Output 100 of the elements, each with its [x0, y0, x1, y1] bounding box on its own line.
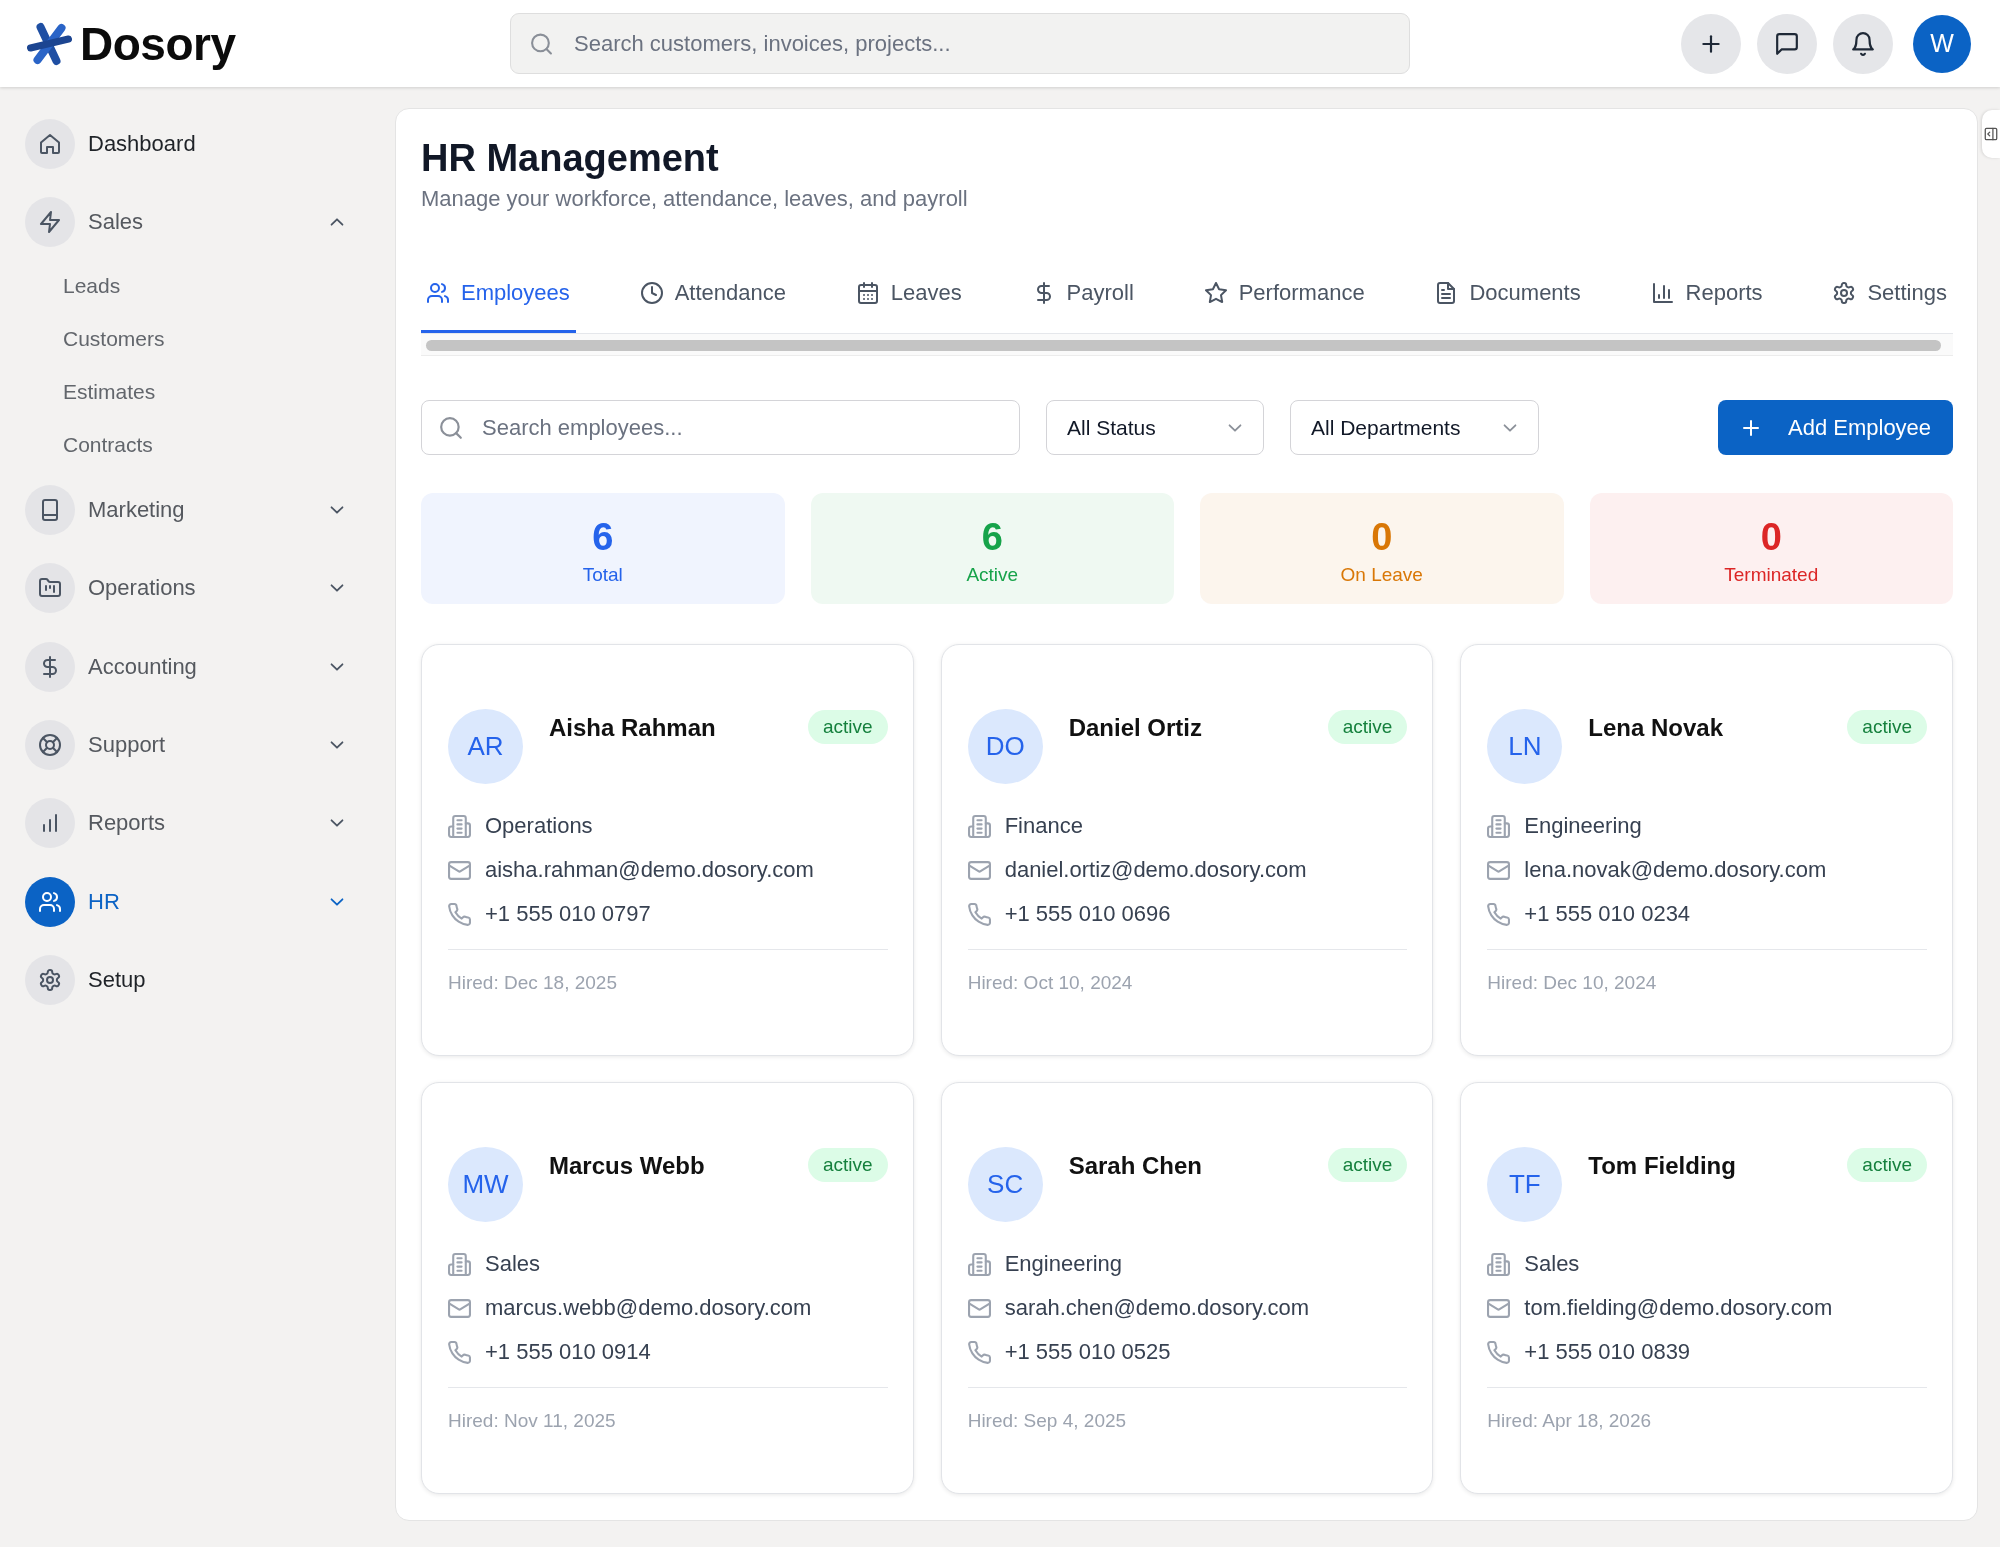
email-text: daniel.ortiz@demo.dosory.com — [1004, 857, 1307, 883]
page-subtitle: Manage your workforce, attendance, leaves, and payroll — [421, 186, 968, 212]
employee-name: Daniel Ortiz — [1068, 713, 1202, 743]
employee-name: Marcus Webb — [549, 1151, 705, 1181]
sidebar-item[interactable]: Accounting — [25, 641, 347, 692]
tab[interactable]: Attendance — [634, 253, 792, 333]
lifebuoy-icon — [25, 719, 75, 770]
sidebar-item[interactable]: Sales — [25, 197, 347, 248]
stat-value: 0 — [1760, 514, 1782, 559]
department-text: Operations — [485, 813, 593, 839]
phone-icon — [448, 1340, 471, 1364]
employee-name: Lena Novak — [1588, 713, 1724, 743]
building-icon — [967, 814, 991, 838]
page-title: HR Management — [421, 136, 719, 180]
stat-label: On Leave — [1340, 562, 1423, 587]
email-text: aisha.rahman@demo.dosory.com — [485, 857, 814, 883]
search-icon — [530, 32, 553, 55]
brand-name: Dosory — [80, 17, 236, 70]
phone-text: +1 555 010 0914 — [485, 1339, 651, 1365]
phone-icon — [448, 902, 471, 926]
search-field[interactable]: Search customers, invoices, projects... — [510, 13, 1410, 74]
employee-name: Tom Fielding — [1588, 1151, 1736, 1181]
phone-text: +1 555 010 0696 — [1004, 901, 1171, 927]
star-icon — [1204, 282, 1227, 304]
hire-date: Hired: Nov 11, 2025 — [448, 1409, 616, 1433]
phone-icon — [1487, 902, 1511, 926]
phone-text: +1 555 010 0525 — [1004, 1339, 1171, 1365]
stat-value: 6 — [592, 514, 614, 559]
stat-label: Total — [582, 562, 623, 587]
department-text: Sales — [485, 1251, 541, 1277]
phone-text: +1 555 010 0797 — [485, 901, 651, 927]
initials-avatar: AR — [448, 709, 523, 784]
sidebar-subitem[interactable]: Customers — [63, 311, 165, 365]
lightning-icon — [25, 197, 75, 248]
tab[interactable]: Payroll — [1026, 253, 1140, 333]
status-badge: active — [1327, 1148, 1408, 1182]
phone-text: +1 555 010 0234 — [1524, 901, 1691, 927]
collapse-panel-button[interactable] — [1982, 110, 2000, 158]
stat-value: 0 — [1371, 514, 1393, 559]
hire-date: Hired: Oct 10, 2024 — [967, 971, 1133, 995]
user-avatar[interactable]: W — [1913, 14, 1971, 73]
search-field[interactable]: Search employees... — [421, 400, 1020, 455]
building-icon — [1487, 1252, 1511, 1276]
tab[interactable]: Performance — [1198, 253, 1371, 333]
folder-icon — [25, 563, 75, 614]
phone-text: +1 555 010 0839 — [1524, 1339, 1691, 1365]
sidebar-subitem[interactable]: Contracts — [63, 417, 153, 471]
sidebar-item[interactable]: Marketing — [25, 484, 347, 535]
mail-icon — [1487, 1296, 1511, 1320]
employee-name: Aisha Rahman — [549, 713, 716, 743]
initials-avatar: SC — [967, 1147, 1043, 1222]
sidebar-subitem[interactable]: Estimates — [63, 364, 156, 418]
sidebar-item[interactable]: Reports — [25, 798, 347, 849]
settings-icon — [1833, 282, 1856, 304]
email-text: lena.novak@demo.dosory.com — [1524, 857, 1827, 883]
stat-value: 6 — [981, 514, 1003, 559]
department-dropdown[interactable]: All Departments — [1290, 400, 1539, 455]
hire-date: Hired: Dec 10, 2024 — [1487, 971, 1657, 995]
mail-icon — [448, 858, 471, 882]
sidebar-item[interactable]: Dashboard — [25, 119, 347, 169]
add-employee-button[interactable]: Add Employee — [1718, 400, 1953, 455]
sidebar-item[interactable]: HR — [25, 876, 347, 927]
home-icon — [25, 119, 75, 169]
email-text: tom.fielding@demo.dosory.com — [1524, 1295, 1833, 1321]
sidebar-subitem[interactable]: Leads — [63, 258, 121, 312]
sidebar-item[interactable]: Support — [25, 719, 347, 770]
mail-icon — [1487, 858, 1511, 882]
status-badge: active — [1847, 710, 1927, 744]
building-icon — [1487, 814, 1511, 838]
department-text: Engineering — [1004, 1251, 1123, 1277]
panel-icon — [1984, 127, 1998, 141]
settings-icon — [25, 955, 75, 1006]
stat-label: Active — [966, 562, 1019, 587]
dollar-icon — [25, 641, 75, 692]
scrollbar-thumb[interactable] — [426, 340, 1941, 351]
tab[interactable]: Leaves — [850, 253, 968, 333]
bell-icon — [1851, 31, 1875, 56]
status-badge: active — [1327, 710, 1408, 744]
building-icon — [967, 1252, 991, 1276]
tab[interactable]: Documents — [1429, 253, 1587, 333]
status-badge: active — [1847, 1148, 1927, 1182]
initials-avatar: TF — [1487, 1147, 1563, 1222]
sidebar-item[interactable]: Operations — [25, 563, 347, 614]
phone-icon — [967, 1340, 991, 1364]
status-dropdown[interactable]: All Status — [1046, 400, 1264, 455]
tab[interactable]: Reports — [1645, 253, 1769, 333]
hire-date: Hired: Sep 4, 2025 — [967, 1409, 1127, 1433]
sidebar-item[interactable]: Setup — [25, 955, 347, 1006]
status-badge: active — [808, 1148, 888, 1182]
status-badge: active — [808, 710, 888, 744]
department-text: Engineering — [1524, 813, 1642, 839]
department-text: Finance — [1004, 813, 1083, 839]
email-text: marcus.webb@demo.dosory.com — [485, 1295, 812, 1321]
tab[interactable]: Settings — [1827, 253, 1953, 333]
building-icon — [448, 1252, 471, 1276]
building-icon — [448, 814, 471, 838]
document-icon — [1435, 282, 1458, 304]
phone-icon — [1487, 1340, 1511, 1364]
initials-avatar: LN — [1487, 709, 1563, 784]
bar-chart-icon — [1651, 282, 1674, 304]
